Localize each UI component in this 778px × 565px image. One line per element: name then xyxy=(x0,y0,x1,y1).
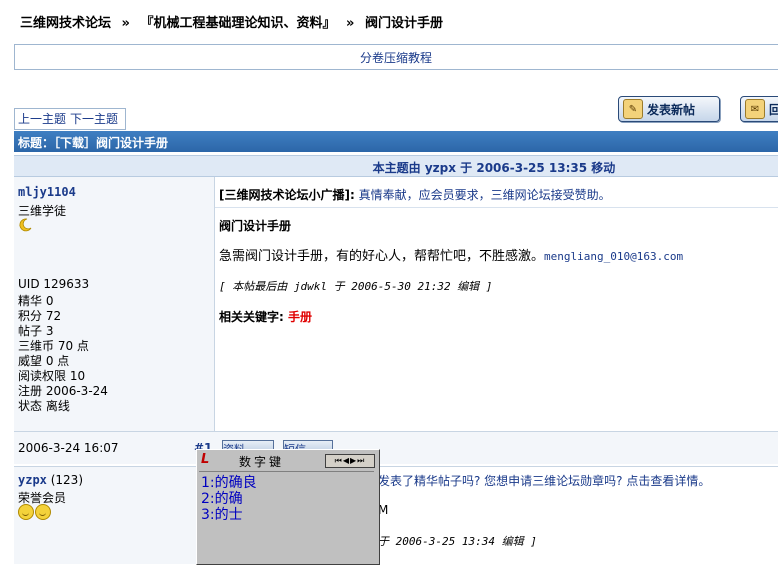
moon-icon xyxy=(18,218,32,232)
breadcrumb-forum[interactable]: 『机械工程基础理论知识、资料』 xyxy=(140,16,335,31)
author-status: 状态 离线 xyxy=(18,399,70,413)
ad-link[interactable]: 分卷压缩教程 xyxy=(15,49,777,66)
email-link[interactable]: mengliang_010@163.com xyxy=(544,250,683,263)
breadcrumb-current: 阀门设计手册 xyxy=(364,16,443,31)
reply-button[interactable]: ✉ 回复 xyxy=(740,96,778,122)
broadcast-line: [三维网技术论坛小广播]: 真情奉献，应会员要求，三维网论坛接受赞助。 xyxy=(219,186,611,203)
ime-header[interactable]: L 数字键 ⏮◀▶⏭ xyxy=(197,450,377,470)
thread-title-bar: 标题：［下载］阀门设计手册 xyxy=(14,131,778,152)
ad-banner: 分卷压缩教程 xyxy=(14,44,778,70)
reply-label: 回复 xyxy=(769,102,778,117)
prev-topic-link[interactable]: 上一主题 xyxy=(18,112,66,126)
post-body-text: 急需阀门设计手册，有的好心人，帮帮忙吧，不胜感激。 xyxy=(219,249,545,264)
post2-broadcast-link[interactable]: 发表了精华帖子吗? 您想申请三维论坛勋章吗? 点击查看详情。 xyxy=(378,472,710,489)
post2-author-line: yzpx (123) xyxy=(18,473,83,487)
first-page-icon[interactable]: ⏮ xyxy=(335,456,343,465)
divider xyxy=(215,207,778,208)
smiley-icon xyxy=(35,504,51,520)
ime-candidate[interactable]: 3:的士 xyxy=(201,504,243,524)
breadcrumb-home[interactable]: 三维网技术论坛 xyxy=(20,16,111,31)
ime-candidate-list: 1:的确良 2:的确 3:的士 xyxy=(199,471,374,562)
author-uid: UID 129633 xyxy=(18,277,90,291)
post-footer: 2006-3-24 16:07 #1 资料 短信 xyxy=(14,431,778,464)
smiley-icon xyxy=(18,504,34,520)
post-body: 急需阀门设计手册，有的好心人，帮帮忙吧，不胜感激。mengliang_010@1… xyxy=(219,245,683,264)
breadcrumb-separator: » xyxy=(121,16,130,31)
ime-candidate-window[interactable]: L 数字键 ⏮◀▶⏭ 1:的确良 2:的确 3:的士 xyxy=(196,449,380,565)
breadcrumb: 三维网技术论坛 » 『机械工程基础理论知识、资料』 » 阀门设计手册 xyxy=(20,12,449,31)
post-content: [三维网技术论坛小广播]: 真情奉献，应会员要求，三维网论坛接受赞助。 阀门设计… xyxy=(215,177,778,431)
post2-rank-icons xyxy=(18,504,52,523)
ime-page-controls[interactable]: ⏮◀▶⏭ xyxy=(325,454,375,468)
broadcast-link[interactable]: 真情奉献，应会员要求，三维网论坛接受赞助。 xyxy=(359,188,611,202)
ime-title: 数字键 xyxy=(239,455,285,469)
post-subject: 阀门设计手册 xyxy=(219,219,292,233)
ime-logo-icon: L xyxy=(201,452,210,467)
edit-note: [ 本帖最后由 jdwkl 于 2006-5-30 21:32 编辑 ] xyxy=(219,280,493,293)
post-author-panel: mljy1104 三维学徒 UID 129633 精华 0 积分 72 帖子 3… xyxy=(14,177,215,463)
post-time: 2006-3-24 16:07 xyxy=(18,441,119,455)
next-topic-link[interactable]: 下一主题 xyxy=(70,112,118,126)
post-author-rank: 三维学徒 xyxy=(18,204,67,218)
new-post-button[interactable]: ✎ 发表新帖 xyxy=(618,96,720,122)
prev-page-icon[interactable]: ◀ xyxy=(343,456,350,465)
topic-navigation: 上一主题 下一主题 xyxy=(14,108,127,130)
post2-edit-note: 于 2006-3-25 13:34 编辑 ] xyxy=(378,535,537,548)
thread-title: 标题：［下载］阀门设计手册 xyxy=(18,136,169,150)
last-page-icon[interactable]: ⏭ xyxy=(357,456,365,465)
new-post-label: 发表新帖 xyxy=(647,102,696,117)
post2-author-name[interactable]: yzpx xyxy=(18,473,47,487)
breadcrumb-separator: » xyxy=(346,16,355,31)
keywords-label: 相关关键字: xyxy=(219,310,284,324)
post2-author-count: (123) xyxy=(50,473,84,487)
reply-icon: ✉ xyxy=(745,99,765,119)
keywords-line: 相关关键字: 手册 xyxy=(219,308,312,325)
moved-notice: 本主题由 yzpx 于 2006-3-25 13:35 移动 xyxy=(372,161,616,175)
moved-notice-bar: 本主题由 yzpx 于 2006-3-25 13:35 移动 xyxy=(14,155,778,177)
post-author-name[interactable]: mljy1104 xyxy=(18,185,76,199)
post2-author-panel: yzpx (123) 荣誉会员 xyxy=(14,466,215,564)
pencil-icon: ✎ xyxy=(623,99,643,119)
broadcast-label: [三维网技术论坛小广播]: xyxy=(219,188,355,202)
keyword-link[interactable]: 手册 xyxy=(288,310,312,324)
